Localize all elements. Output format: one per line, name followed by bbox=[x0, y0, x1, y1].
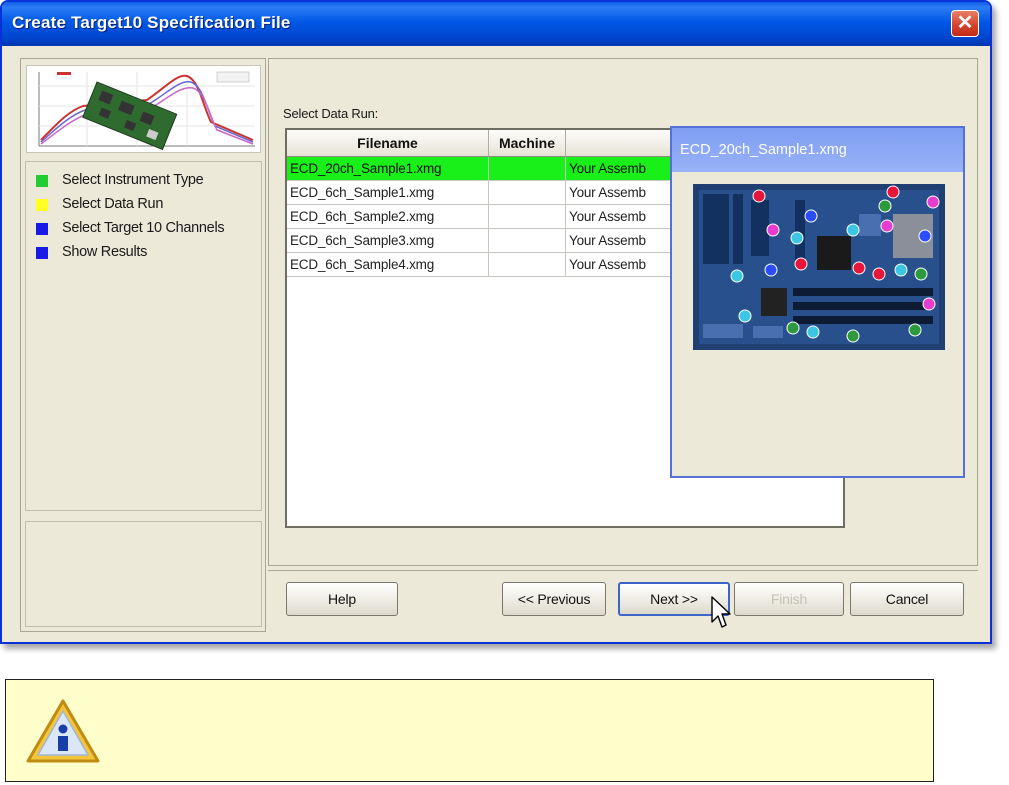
column-header-machine[interactable]: Machine bbox=[489, 130, 566, 157]
finish-button[interactable]: Finish bbox=[734, 582, 844, 616]
cell-filename: ECD_6ch_Sample2.xmg bbox=[287, 205, 489, 229]
wizard-button-bar: Help << Previous Next >> Finish Cancel bbox=[268, 570, 978, 633]
cell-machine bbox=[489, 181, 566, 205]
cell-filename: ECD_6ch_Sample4.xmg bbox=[287, 253, 489, 277]
step-status-square bbox=[36, 199, 48, 211]
step-label: Select Target 10 Channels bbox=[62, 220, 225, 236]
step-status-square bbox=[36, 175, 48, 187]
info-note-box bbox=[5, 679, 934, 782]
cell-filename: ECD_20ch_Sample1.xmg bbox=[287, 157, 489, 181]
board-preview-popup: ECD_20ch_Sample1.xmg bbox=[670, 126, 965, 478]
select-data-run-label: Select Data Run: bbox=[283, 106, 379, 121]
previous-button[interactable]: << Previous bbox=[502, 582, 606, 616]
cell-filename: ECD_6ch_Sample1.xmg bbox=[287, 181, 489, 205]
step-label: Show Results bbox=[62, 244, 148, 260]
title-bar[interactable]: Create Target10 Specification File ✕ bbox=[2, 2, 990, 46]
step-label: Select Instrument Type bbox=[62, 172, 204, 188]
wizard-steps-panel: Select Instrument Type Select Data Run S… bbox=[20, 58, 266, 632]
close-icon: ✕ bbox=[956, 12, 974, 34]
window-title: Create Target10 Specification File bbox=[12, 13, 291, 32]
cell-filename: ECD_6ch_Sample3.xmg bbox=[287, 229, 489, 253]
close-button[interactable]: ✕ bbox=[951, 10, 979, 37]
left-empty-box bbox=[25, 521, 262, 627]
cell-machine bbox=[489, 205, 566, 229]
column-header-filename[interactable]: Filename bbox=[287, 130, 489, 157]
help-button[interactable]: Help bbox=[286, 582, 398, 616]
thermal-profile-thumbnail bbox=[26, 65, 261, 153]
cell-machine bbox=[489, 157, 566, 181]
cell-machine bbox=[489, 253, 566, 277]
step-status-square bbox=[36, 223, 48, 235]
mouse-cursor-icon bbox=[711, 596, 731, 628]
info-warning-icon bbox=[26, 699, 100, 763]
preview-title: ECD_20ch_Sample1.xmg bbox=[672, 128, 963, 172]
step-label: Select Data Run bbox=[62, 196, 164, 212]
step-status-square bbox=[36, 247, 48, 259]
cell-machine bbox=[489, 229, 566, 253]
cancel-button[interactable]: Cancel bbox=[850, 582, 964, 616]
circuit-board-image bbox=[693, 184, 945, 350]
profile-graph-image bbox=[27, 66, 260, 152]
steps-list: Select Instrument Type Select Data Run S… bbox=[25, 161, 262, 511]
